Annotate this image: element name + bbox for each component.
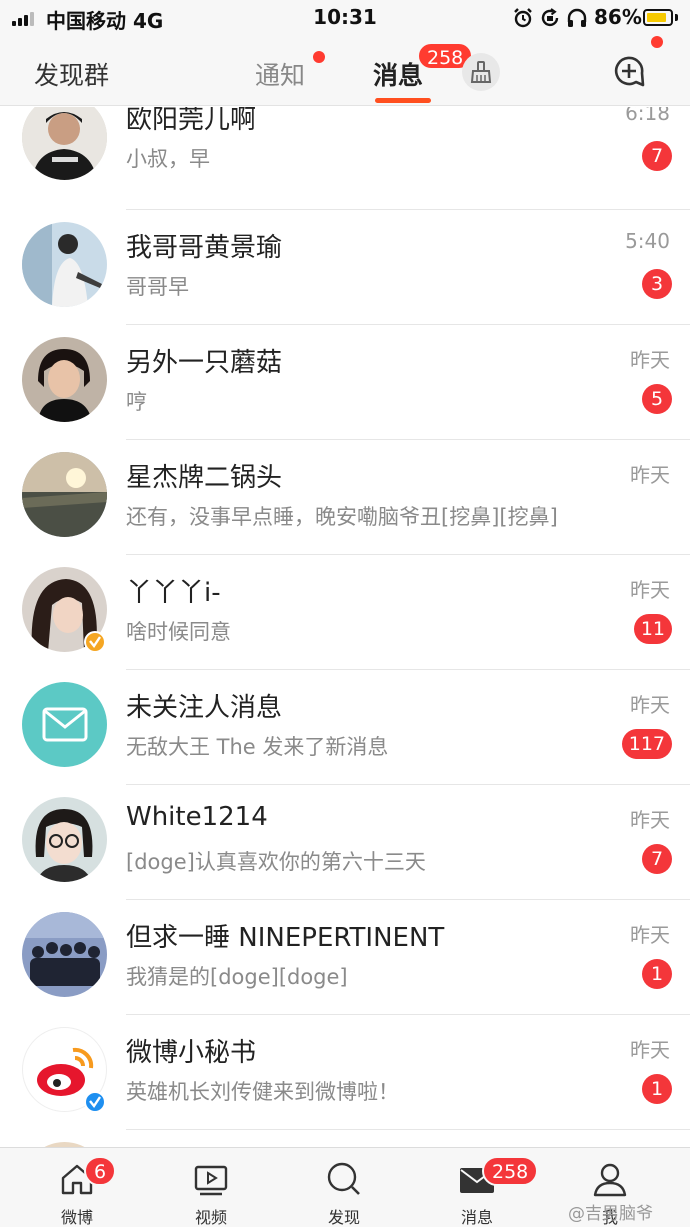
tab-label: 消息 <box>460 1208 493 1227</box>
clear-unread-button[interactable] <box>462 53 500 91</box>
notification-dot <box>313 51 325 63</box>
list-item[interactable]: 丫丫丫i- 啥时候同意 昨天 11 <box>0 555 690 670</box>
envelope-icon <box>42 707 88 742</box>
contact-name: 丫丫丫i- <box>126 578 221 608</box>
tab-video[interactable]: 视频 <box>142 1148 280 1227</box>
battery-tip <box>675 14 678 21</box>
message-preview: 啥时候同意 <box>126 620 231 644</box>
message-time: 昨天 <box>630 923 670 947</box>
battery-level <box>647 13 666 22</box>
tab-label: 发现 <box>327 1208 360 1227</box>
top-nav: 发现群 通知 消息 258 <box>0 36 690 106</box>
avatar <box>22 222 107 307</box>
avatar <box>22 682 107 767</box>
message-time: 昨天 <box>630 1038 670 1062</box>
unread-badge: 117 <box>621 729 672 759</box>
list-item[interactable]: White1214 [doge]认真喜欢你的第六十三天 昨天 7 <box>0 785 690 900</box>
unread-badge: 3 <box>642 269 672 299</box>
message-preview: 英雄机长刘传健来到微博啦！ <box>126 1080 399 1104</box>
profile-icon <box>593 1163 627 1197</box>
compose-button[interactable] <box>612 53 648 89</box>
unread-badge: 5 <box>642 384 672 414</box>
list-item[interactable]: 星杰牌二锅头 还有，没事早点睡，晚安嘞脑爷丑[挖鼻][挖鼻] 昨天 <box>0 440 690 555</box>
contact-name: 微博小秘书 <box>126 1038 257 1068</box>
avatar <box>22 107 107 180</box>
list-item[interactable] <box>0 1130 690 1147</box>
bottom-tab-bar: 微博 6 视频 发现 消息 258 我 @吉男脑爷 <box>0 1147 690 1227</box>
contact-name: 未关注人消息 <box>126 693 283 723</box>
message-time: 6:18 <box>625 107 670 125</box>
verified-badge <box>84 1091 106 1113</box>
discover-groups-link[interactable]: 发现群 <box>34 56 109 92</box>
avatar <box>22 912 107 997</box>
unread-badge: 7 <box>642 844 672 874</box>
message-time: 昨天 <box>630 808 670 832</box>
unread-badge: 11 <box>633 614 672 644</box>
contact-name: 但求一睡 NINEPERTINENT <box>126 923 445 953</box>
list-item[interactable]: 但求一睡 NINEPERTINENT 我猜是的[doge][doge] 昨天 1 <box>0 900 690 1015</box>
message-preview: 哼 <box>126 390 147 414</box>
tab-home[interactable]: 微博 6 <box>8 1148 146 1227</box>
battery-percent: 86% <box>594 5 642 29</box>
active-tab-indicator <box>375 98 431 103</box>
tab-notifications[interactable]: 通知 <box>255 56 305 92</box>
message-preview: 小叔，早 <box>126 147 210 171</box>
unread-badge: 7 <box>642 141 672 171</box>
message-list: 欧阳莞儿啊 小叔，早 6:18 7 我哥哥黄景瑜 哥哥早 5:40 3 另外一只… <box>0 107 690 1147</box>
verified-badge <box>84 631 106 653</box>
message-time: 昨天 <box>630 578 670 602</box>
unread-badge: 1 <box>642 959 672 989</box>
list-item[interactable]: 欧阳莞儿啊 小叔，早 6:18 7 <box>0 107 690 210</box>
message-time: 昨天 <box>630 693 670 717</box>
tab-badge: 6 <box>84 1156 117 1186</box>
tab-label: 视频 <box>194 1208 227 1227</box>
tab-label: 微博 <box>60 1208 93 1227</box>
list-item[interactable]: 我哥哥黄景瑜 哥哥早 5:40 3 <box>0 210 690 325</box>
tab-badge: 258 <box>482 1156 539 1186</box>
unread-badge: 1 <box>642 1074 672 1104</box>
status-bar: 中国移动 4G 10:31 86% <box>0 0 690 36</box>
list-item[interactable]: 微博小秘书 英雄机长刘传健来到微博啦！ 昨天 1 <box>0 1015 690 1130</box>
compose-plus-icon <box>614 56 645 87</box>
orientation-lock-icon <box>541 8 559 27</box>
tab-messages[interactable]: 消息 <box>373 56 423 92</box>
broom-icon <box>470 61 492 83</box>
compose-dot <box>651 36 663 48</box>
tab-discover[interactable]: 发现 <box>275 1148 413 1227</box>
headphones-icon <box>567 8 587 27</box>
avatar <box>22 797 107 882</box>
message-preview: [doge]认真喜欢你的第六十三天 <box>126 850 426 874</box>
contact-name: 我哥哥黄景瑜 <box>126 233 283 263</box>
list-item[interactable]: 未关注人消息 无敌大王 The 发来了新消息 昨天 117 <box>0 670 690 785</box>
watermark: @吉男脑爷 <box>568 1204 653 1224</box>
avatar <box>22 452 107 537</box>
avatar <box>22 337 107 422</box>
alarm-icon <box>514 8 532 28</box>
message-preview: 我猜是的[doge][doge] <box>126 965 348 989</box>
message-time: 昨天 <box>630 348 670 372</box>
battery-icon <box>643 9 673 26</box>
contact-name: 另外一只蘑菇 <box>126 348 283 378</box>
message-time: 5:40 <box>625 229 670 253</box>
search-icon <box>327 1162 360 1195</box>
message-time: 昨天 <box>630 463 670 487</box>
message-preview: 哥哥早 <box>126 275 189 299</box>
list-item[interactable]: 另外一只蘑菇 哼 昨天 5 <box>0 325 690 440</box>
contact-name: 欧阳莞儿啊 <box>126 107 257 135</box>
tab-messages-bottom[interactable]: 消息 258 <box>408 1148 546 1227</box>
message-preview: 还有，没事早点睡，晚安嘞脑爷丑[挖鼻][挖鼻] <box>126 505 558 529</box>
contact-name: White1214 <box>126 802 268 832</box>
video-icon <box>194 1165 228 1196</box>
message-preview: 无敌大王 The 发来了新消息 <box>126 735 389 759</box>
contact-name: 星杰牌二锅头 <box>126 463 283 493</box>
